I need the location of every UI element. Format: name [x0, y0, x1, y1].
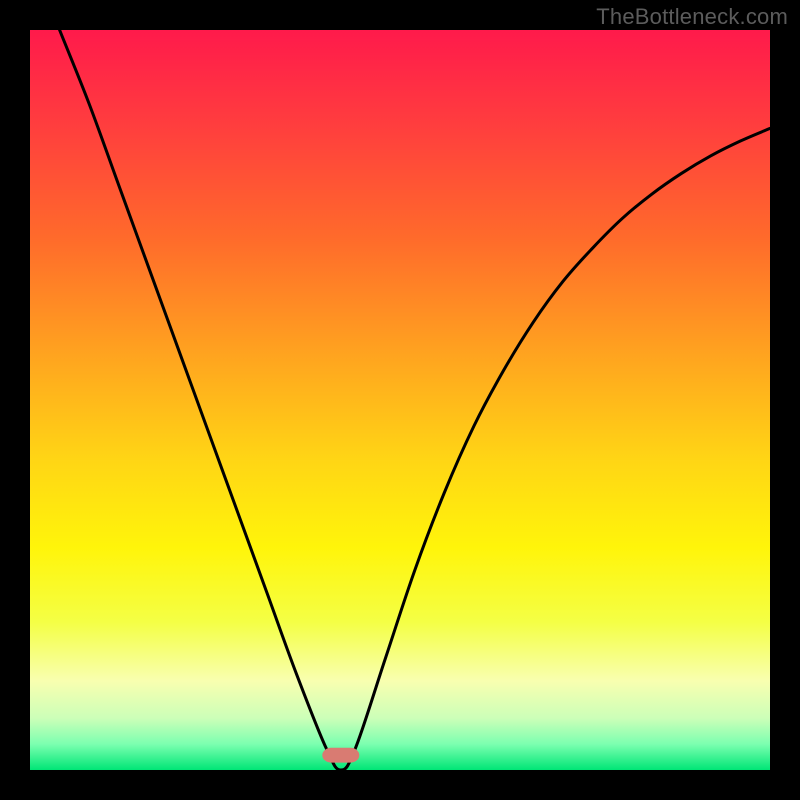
chart-frame: TheBottleneck.com [0, 0, 800, 800]
gradient-background [30, 30, 770, 770]
bottleneck-chart [30, 30, 770, 770]
watermark-text: TheBottleneck.com [596, 4, 788, 30]
plot-area [30, 30, 770, 770]
bottleneck-marker [322, 748, 359, 763]
